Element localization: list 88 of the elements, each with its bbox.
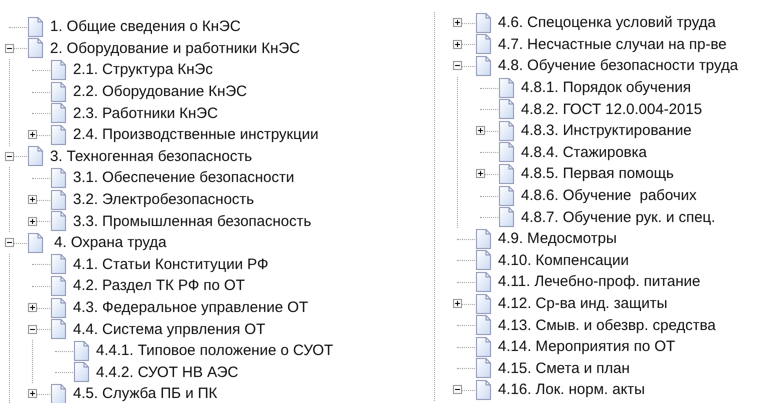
document-icon xyxy=(476,228,491,249)
collapse-icon[interactable] xyxy=(453,385,462,394)
tree-item[interactable]: 4.2. Раздел ТК РФ по ОТ xyxy=(73,277,245,294)
expand-icon[interactable] xyxy=(28,216,37,226)
expand-icon[interactable] xyxy=(28,195,37,204)
document-icon xyxy=(51,211,66,232)
document-icon xyxy=(28,146,43,166)
document-icon xyxy=(476,315,491,336)
tree-item[interactable]: 4.1. Статьи Конституции РФ xyxy=(73,256,268,273)
document-icon xyxy=(476,336,491,357)
tree-item[interactable]: 2.1. Структура КнЭс xyxy=(73,61,213,78)
tree-item[interactable]: 2.4. Производственные инструкции xyxy=(73,126,318,144)
expand-icon[interactable] xyxy=(476,126,485,136)
tree-item[interactable]: 3.2. Электробезопасность xyxy=(73,191,254,208)
document-icon xyxy=(499,120,514,141)
tree-item[interactable]: 4.13. Смыв. и обезвр. средства xyxy=(498,316,716,334)
collapse-icon[interactable] xyxy=(5,238,14,248)
document-icon xyxy=(476,56,491,76)
tree-item[interactable]: 4.8.2. ГОСТ 12.0.004-2015 xyxy=(521,100,702,118)
tree-item[interactable]: 4.5. Служба ПБ и ПК xyxy=(73,385,218,402)
document-icon xyxy=(51,103,66,124)
tree-item[interactable]: 4.8.1. Порядок обучения xyxy=(521,79,691,96)
document-icon xyxy=(28,232,43,253)
document-icon xyxy=(51,190,66,210)
collapse-icon[interactable] xyxy=(5,152,14,161)
tree-item[interactable]: 4.4.2. СУОТ НВ АЭС xyxy=(96,364,238,381)
document-icon xyxy=(28,38,43,58)
document-icon xyxy=(51,384,66,403)
document-icon xyxy=(499,207,514,228)
expand-icon[interactable] xyxy=(453,40,462,49)
document-icon xyxy=(51,168,66,188)
expand-icon[interactable] xyxy=(453,299,462,308)
tree-item[interactable]: 3.3. Промышленная безопасность xyxy=(73,212,312,230)
tree-item[interactable]: 3. Техногенная безопасность xyxy=(50,148,252,165)
document-icon xyxy=(499,78,514,98)
tree-item[interactable]: 4.8.3. Инструктирование xyxy=(521,122,692,140)
document-icon xyxy=(476,380,491,400)
document-icon xyxy=(476,34,491,54)
tree-item[interactable]: 4.9. Медосмотры xyxy=(498,230,617,248)
tree-item[interactable]: 2. Оборудование и работники КнЭС xyxy=(50,40,300,57)
document-icon xyxy=(476,272,491,292)
document-icon xyxy=(51,124,66,145)
expand-icon[interactable] xyxy=(28,130,37,140)
tree-item[interactable]: 4.15. Смета и план xyxy=(498,360,630,377)
tree-item[interactable]: 4.6. Спецоценка условий труда xyxy=(498,14,716,32)
tree-item[interactable]: 2.2. Оборудование КнЭС xyxy=(73,83,248,100)
document-icon xyxy=(51,276,66,296)
expand-icon[interactable] xyxy=(28,303,37,312)
document-icon xyxy=(51,254,66,274)
collapse-icon[interactable] xyxy=(453,61,462,70)
tree-item[interactable]: 4.10. Компенсации xyxy=(498,252,629,269)
tree-item[interactable]: 4.8.7. Обучение рук. и спец. xyxy=(521,208,716,226)
tree-item[interactable]: 4.8. Обучение безопасности труда xyxy=(498,57,738,74)
document-icon xyxy=(499,99,514,120)
document-icon xyxy=(74,362,89,382)
document-icon xyxy=(499,164,514,184)
document-icon xyxy=(51,60,66,80)
tree-item[interactable]: 1. Общие сведения о КнЭС xyxy=(50,18,241,36)
document-icon xyxy=(28,16,43,37)
tree-item[interactable]: 4.4.1. Типовое положение о СУОТ xyxy=(96,342,334,360)
document-icon xyxy=(476,12,491,33)
document-icon xyxy=(51,319,66,340)
document-icon xyxy=(476,250,491,270)
tree-item[interactable]: 4.16. Лок. норм. акты xyxy=(498,381,645,398)
expand-icon[interactable] xyxy=(476,169,485,178)
expand-icon[interactable] xyxy=(453,18,462,28)
tree-item[interactable]: 4.7. Несчастные случаи на пр-ве xyxy=(498,36,727,53)
tree-item[interactable]: 4.4. Система упрвления ОТ xyxy=(73,320,266,338)
tree-item[interactable]: 4.14. Мероприятия по ОТ xyxy=(498,338,676,356)
tree-item[interactable]: 4.11. Лечебно-проф. питание xyxy=(498,273,700,290)
tree-item[interactable]: 4.8.6. Обучение рабочих xyxy=(521,187,697,204)
document-icon xyxy=(74,340,89,361)
tree-item[interactable]: 3.1. Обеспечение безопасности xyxy=(73,169,294,186)
tree-item[interactable]: 4. Охрана труда xyxy=(50,234,166,252)
document-icon xyxy=(51,82,66,102)
document-icon xyxy=(51,298,66,318)
tree-item[interactable]: 2.3. Работники КнЭС xyxy=(73,104,218,122)
document-icon xyxy=(499,142,514,162)
document-icon xyxy=(476,358,491,378)
tree-item[interactable]: 4.8.5. Первая помощь xyxy=(521,165,674,182)
collapse-icon[interactable] xyxy=(5,44,14,53)
tree-item[interactable]: 4.3. Федеральное управление ОТ xyxy=(73,299,308,316)
collapse-icon[interactable] xyxy=(28,324,37,334)
tree-item[interactable]: 4.8.4. Стажировка xyxy=(521,144,647,161)
document-icon xyxy=(476,294,491,314)
document-icon xyxy=(499,186,514,206)
tree-item[interactable]: 4.12. Ср-ва инд. защиты xyxy=(498,295,668,312)
expand-icon[interactable] xyxy=(28,389,37,398)
